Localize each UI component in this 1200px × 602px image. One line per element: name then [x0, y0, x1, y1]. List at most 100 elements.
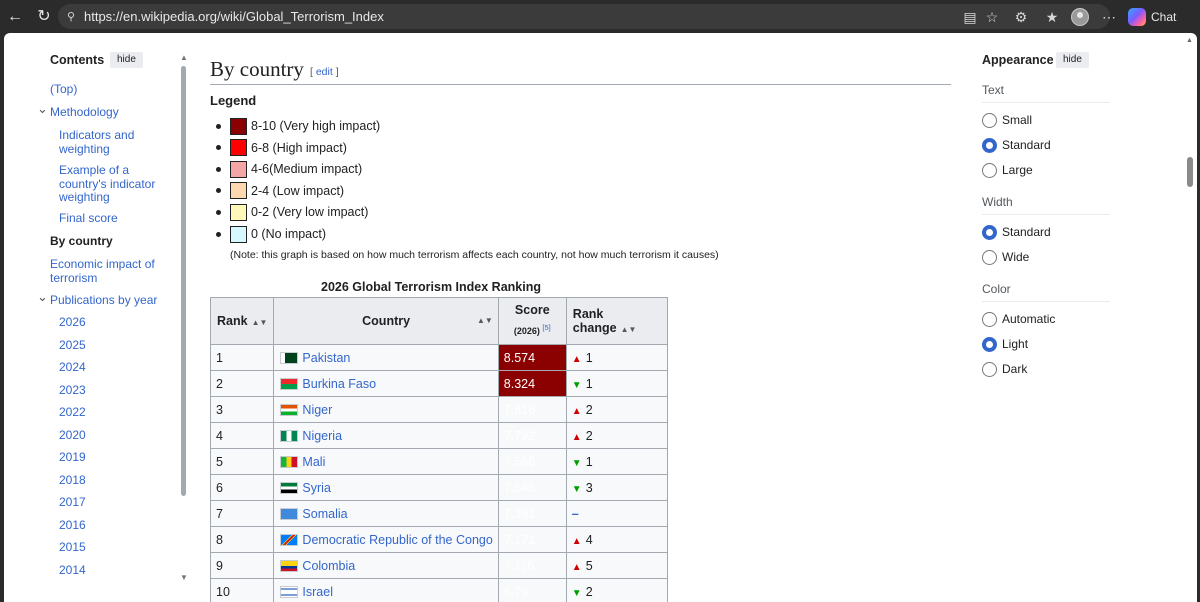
drc-flag-icon: [280, 533, 299, 546]
toc-item[interactable]: By country: [50, 234, 174, 249]
country-link[interactable]: Israel: [302, 585, 333, 599]
country-header-label: Country: [362, 314, 411, 328]
nigeria-flag-icon: [280, 429, 299, 442]
group-divider: [982, 301, 1110, 302]
country-link[interactable]: Nigeria: [302, 429, 342, 443]
main-content: By country [ edit ] Legend 8-10 (Very hi…: [209, 33, 955, 602]
chat-button[interactable]: Chat: [1128, 7, 1176, 27]
toc-item[interactable]: (Top): [50, 82, 174, 97]
toc-scroll-down-icon[interactable]: ▼: [180, 573, 188, 582]
score-year: (2026): [513, 326, 540, 336]
legend-item: 0-2 (Very low impact): [216, 203, 368, 221]
page-scroll-up-icon[interactable]: ▲: [1186, 37, 1193, 44]
rank-change-header[interactable]: Rank change ▲▼: [565, 297, 668, 345]
bullet: [216, 123, 221, 129]
radio-label: Standard: [1002, 138, 1051, 152]
pakistan-flag-icon: [280, 351, 299, 364]
toc-item[interactable]: Indicators and weighting: [59, 128, 173, 156]
edit-link[interactable]: edit: [316, 66, 333, 78]
radio-checked-icon[interactable]: [982, 224, 997, 240]
toc-item[interactable]: Final score: [59, 211, 173, 226]
score-header[interactable]: Score (2026) [5]: [497, 297, 567, 345]
favorites-list-icon[interactable]: ★: [1043, 8, 1061, 26]
toc-item[interactable]: 2023: [59, 383, 173, 398]
page-scrollbar-thumb[interactable]: [1187, 157, 1193, 187]
rank-header[interactable]: Rank ▲▼: [209, 297, 275, 345]
radio-unchecked-icon[interactable]: [982, 249, 997, 265]
sort-icon[interactable]: ▲▼: [621, 325, 637, 334]
toc-scroll-up-icon[interactable]: ▲: [180, 53, 188, 62]
toc-item[interactable]: 2025: [59, 338, 173, 353]
favorite-star-icon[interactable]: ☆: [983, 8, 1001, 26]
rank-change-cell: ▲ 2: [565, 396, 668, 423]
radio-option[interactable]: Standard: [982, 224, 1051, 240]
toc-item[interactable]: 2018: [59, 473, 173, 488]
radio-option[interactable]: Automatic: [982, 311, 1055, 327]
appearance-panel: Appearance hide Text Small Standard Large Wi…: [982, 33, 1112, 602]
radio-unchecked-icon[interactable]: [982, 112, 997, 128]
radio-option[interactable]: Light: [982, 336, 1028, 352]
radio-option[interactable]: Dark: [982, 361, 1027, 377]
rank-change-value: 1: [585, 454, 593, 469]
radio-unchecked-icon[interactable]: [982, 311, 997, 327]
toc-scrollbar-thumb[interactable]: [181, 66, 186, 496]
country-header[interactable]: Country ▲▼: [273, 297, 499, 345]
country-link[interactable]: Somalia: [302, 507, 347, 521]
rank-change-value: 3: [585, 480, 593, 495]
toc-item[interactable]: 2016: [59, 518, 173, 533]
toc-item[interactable]: 2026: [59, 315, 173, 330]
toc-item[interactable]: 2019: [59, 450, 173, 465]
reload-icon[interactable]: ↻: [33, 6, 55, 28]
radio-option[interactable]: Small: [982, 112, 1032, 128]
legend-label: 6-8 (High impact): [251, 140, 347, 155]
toc-item[interactable]: 2024: [59, 360, 173, 375]
score-header-label: Score: [514, 303, 550, 317]
chevron-down-icon[interactable]: ⌄: [37, 289, 48, 305]
toc-hide-button[interactable]: hide: [110, 52, 143, 68]
rank-cell: 10: [209, 578, 275, 602]
radio-option[interactable]: Large: [982, 162, 1033, 178]
extensions-icon[interactable]: ⚙: [1012, 8, 1030, 26]
radio-unchecked-icon[interactable]: [982, 162, 997, 178]
site-info-icon[interactable]: ⚲: [62, 8, 80, 26]
toc-item[interactable]: 2015: [59, 540, 173, 555]
profile-avatar[interactable]: [1071, 8, 1089, 26]
country-link[interactable]: Mali: [302, 455, 325, 469]
more-menu-icon[interactable]: ⋯: [1100, 8, 1118, 26]
toc-item[interactable]: 2014: [59, 563, 173, 578]
chevron-down-icon[interactable]: ⌄: [37, 101, 48, 117]
toc-item[interactable]: 2017: [59, 495, 173, 510]
rank-change-cell: ▲ 2: [565, 422, 668, 449]
radio-checked-icon[interactable]: [982, 336, 997, 352]
score-reference[interactable]: [5]: [542, 323, 550, 332]
back-icon[interactable]: ←: [4, 6, 26, 28]
no-change-icon: –: [571, 506, 579, 521]
country-link[interactable]: Colombia: [302, 559, 355, 573]
radio-label: Automatic: [1002, 312, 1056, 326]
radio-option[interactable]: Standard: [982, 137, 1051, 153]
country-link[interactable]: Syria: [302, 481, 330, 495]
rank-cell: 5: [209, 448, 275, 475]
toc-item[interactable]: Publications by year: [50, 293, 174, 308]
country-link[interactable]: Pakistan: [302, 351, 350, 365]
country-link[interactable]: Niger: [302, 403, 332, 417]
table-row: 2 Burkina Faso 8.324 ▼ 1: [209, 370, 668, 397]
toc-item[interactable]: 2020: [59, 428, 173, 443]
increase-arrow-icon: ▲: [571, 561, 582, 573]
toc-item[interactable]: Methodology: [50, 105, 174, 120]
appearance-hide-button[interactable]: hide: [1056, 52, 1089, 68]
sort-icon[interactable]: ▲▼: [252, 318, 268, 327]
decrease-arrow-icon: ▼: [571, 379, 582, 391]
table-row: 5 Mali 7.586 ▼ 1: [209, 448, 668, 475]
country-link[interactable]: Democratic Republic of the Congo: [302, 533, 492, 547]
toc-item[interactable]: Economic impact of terrorism: [50, 257, 174, 285]
radio-unchecked-icon[interactable]: [982, 361, 997, 377]
reader-mode-icon[interactable]: ▤: [961, 8, 979, 26]
country-link[interactable]: Burkina Faso: [302, 377, 376, 391]
radio-checked-icon[interactable]: [982, 137, 997, 153]
sort-icon[interactable]: ▲▼: [477, 316, 493, 325]
rank-change-value: 5: [585, 558, 593, 573]
toc-item[interactable]: Example of a country's indicator weighti…: [59, 163, 173, 205]
toc-item[interactable]: 2022: [59, 405, 173, 420]
radio-option[interactable]: Wide: [982, 249, 1029, 265]
